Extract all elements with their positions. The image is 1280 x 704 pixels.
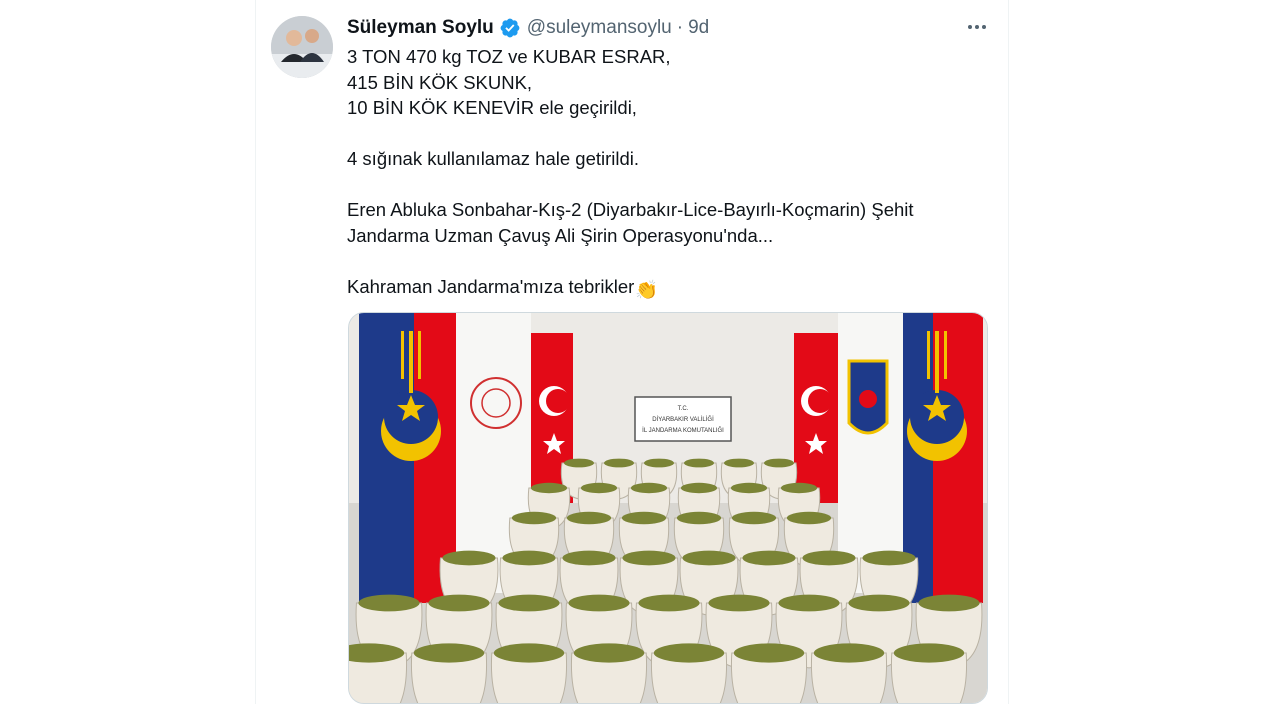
right-column-divider [1008, 0, 1009, 704]
tweet-line: 4 sığınak kullanılamaz hale getirildi. [347, 148, 640, 169]
tweet-media-photo[interactable]: T.C. DİYARBAKIR VALİLİĞİ İL JANDARMA KOM… [348, 312, 988, 704]
tweet-line: 10 BİN KÖK KENEVİR ele geçirildi, [347, 97, 637, 118]
sack [890, 643, 968, 703]
clapping-hands-icon: 👏 [635, 278, 659, 300]
tweet-header: Süleyman Soylu @suleymansoylu · 9d [347, 15, 709, 41]
seizure-photo: T.C. DİYARBAKIR VALİLİĞİ İL JANDARMA KOM… [349, 313, 987, 703]
left-column-divider [255, 0, 256, 704]
tweet-line: 3 TON 470 kg TOZ ve KUBAR ESRAR, [347, 46, 671, 67]
sack [730, 643, 808, 703]
sack [570, 643, 648, 703]
tweet-line: Eren Abluka Sonbahar-Kış-2 (Diyarbakır-L… [347, 199, 914, 220]
sack [810, 643, 888, 703]
more-dot [975, 25, 979, 29]
more-dot [982, 25, 986, 29]
sack [349, 643, 408, 703]
sign-line: İL JANDARMA KOMUTANLIĞI [642, 427, 724, 434]
verified-badge-icon [500, 18, 520, 38]
sack [650, 643, 728, 703]
header-separator: · [676, 17, 684, 38]
sack [490, 643, 568, 703]
tweet-line: 415 BİN KÖK SKUNK, [347, 71, 533, 93]
tweet-timestamp[interactable]: 9d [688, 17, 709, 39]
tweet-text: 3 TON 470 kg TOZ ve KUBAR ESRAR, 415 BİN… [347, 44, 987, 300]
sign-line: T.C. [678, 406, 689, 412]
more-dot [968, 25, 972, 29]
avatar[interactable] [271, 16, 333, 78]
sack [410, 643, 488, 703]
unit-sign: T.C. DİYARBAKIR VALİLİĞİ İL JANDARMA KOM… [634, 396, 732, 442]
tweet-line: Jandarma Uzman Çavuş Ali Şirin Operasyon… [347, 224, 774, 246]
sign-line: DİYARBAKIR VALİLİĞİ [652, 416, 714, 423]
author-handle[interactable]: @suleymansoylu [527, 17, 672, 39]
more-options-icon[interactable] [962, 14, 992, 40]
author-name[interactable]: Süleyman Soylu [347, 17, 494, 39]
tweet-line: Kahraman Jandarma'mıza tebrikler [347, 275, 635, 297]
tweet-line-last: Kahraman Jandarma'mıza tebrikler👏 [347, 274, 987, 300]
